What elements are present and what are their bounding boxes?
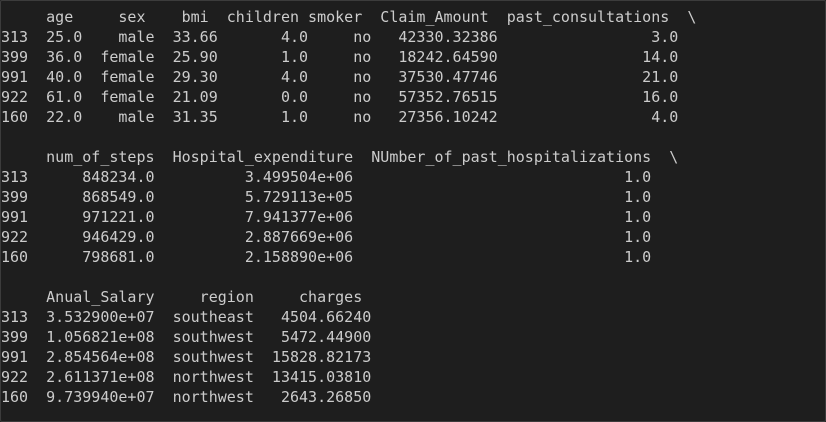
table-row: 313 25.0 male 33.66 4.0 no 42330.32386 3… [1, 28, 679, 46]
table-row: 313 3.532900e+07 southeast 4504.66240 [1, 308, 372, 326]
table-header-row: num_of_steps Hospital_expenditure NUmber… [1, 148, 679, 166]
table-row: 991 2.854564e+08 southwest 15828.82173 [1, 348, 372, 366]
table-row: 922 61.0 female 21.09 0.0 no 57352.76515… [1, 88, 679, 106]
dataframe-output: age sex bmi children smoker Claim_Amount… [1, 7, 696, 407]
table-row: 160 798681.0 2.158890e+06 1.0 [1, 248, 652, 266]
table-header-row: Anual_Salary region charges [1, 288, 363, 306]
table-row: 399 36.0 female 25.90 1.0 no 18242.64590… [1, 48, 679, 66]
table-row: 399 1.056821e+08 southwest 5472.44900 [1, 328, 372, 346]
table-row: 991 40.0 female 29.30 4.0 no 37530.47746… [1, 68, 679, 86]
table-row: 160 22.0 male 31.35 1.0 no 27356.10242 4… [1, 108, 679, 126]
table-row: 991 971221.0 7.941377e+06 1.0 [1, 208, 652, 226]
table-row: 399 868549.0 5.729113e+05 1.0 [1, 188, 652, 206]
table-row: 922 2.611371e+08 northwest 13415.03810 [1, 368, 372, 386]
table-row: 922 946429.0 2.887669e+06 1.0 [1, 228, 652, 246]
output-cell: age sex bmi children smoker Claim_Amount… [0, 0, 826, 422]
table-row: 313 848234.0 3.499504e+06 1.0 [1, 168, 652, 186]
table-row: 160 9.739940e+07 northwest 2643.26850 [1, 388, 372, 406]
table-header-row: age sex bmi children smoker Claim_Amount… [1, 8, 697, 26]
